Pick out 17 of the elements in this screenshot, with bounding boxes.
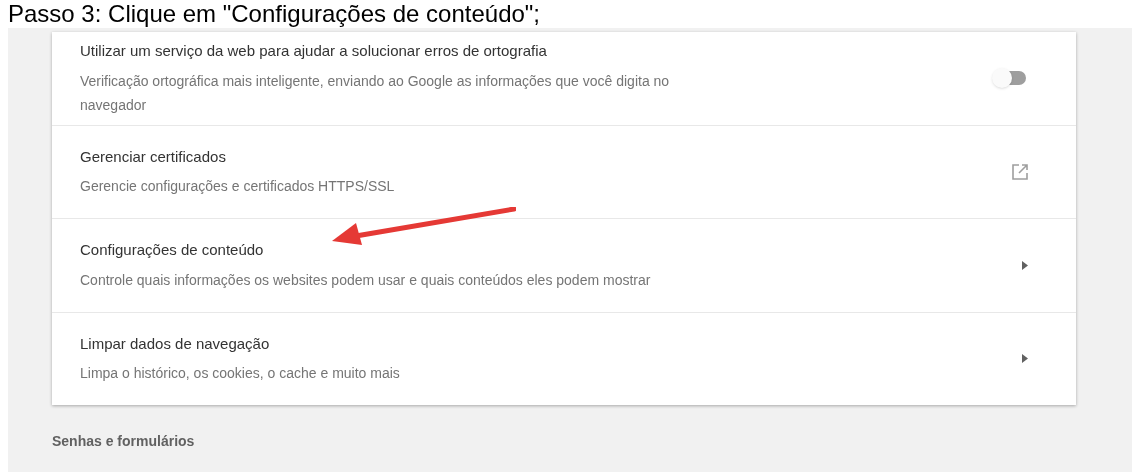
caret-right-icon[interactable] xyxy=(1022,354,1028,364)
setting-title: Utilizar um serviço da web para ajudar a solucionar erros de ortografia xyxy=(80,41,547,61)
setting-description: Limpa o histórico, os cookies, o cache e muito mais xyxy=(80,364,401,383)
setting-description: Verificação ortográfica mais inteligente, enviando ao Google as informações que você digita no navegador xyxy=(80,71,671,115)
settings-row[interactable]: Utilizar um serviço da web para ajudar a solucionar erros de ortografia Verificação ortográfica mais inteligente, enviando ao Google as informações que você digita no navegador xyxy=(52,32,1076,125)
settings-row[interactable]: Limpar dados de navegação Limpa o histórico, os cookies, o cache e muito mais xyxy=(52,311,1076,405)
external-link-icon[interactable] xyxy=(1012,163,1028,180)
setting-description: Controle quais informações os websites podem usar e quais conteúdos eles podem mostrar xyxy=(80,270,652,290)
step-caption: Passo 3: Clique em "Configurações de conteúdo"; xyxy=(7,0,542,28)
setting-description: Gerencie configurações e certificados HTTPS/SSL xyxy=(80,177,396,196)
setting-title: Configurações de conteúdo xyxy=(80,240,264,260)
setting-title: Gerenciar certificados xyxy=(80,146,226,167)
toggle-switch[interactable] xyxy=(992,68,1028,89)
settings-row[interactable]: Gerenciar certificados Gerencie configurações e certificados HTTPS/SSL xyxy=(52,124,1076,218)
section-heading: Senhas e formulários xyxy=(52,432,196,451)
caret-right-icon[interactable] xyxy=(1022,260,1028,270)
setting-title: Limpar dados de navegação xyxy=(80,333,270,354)
